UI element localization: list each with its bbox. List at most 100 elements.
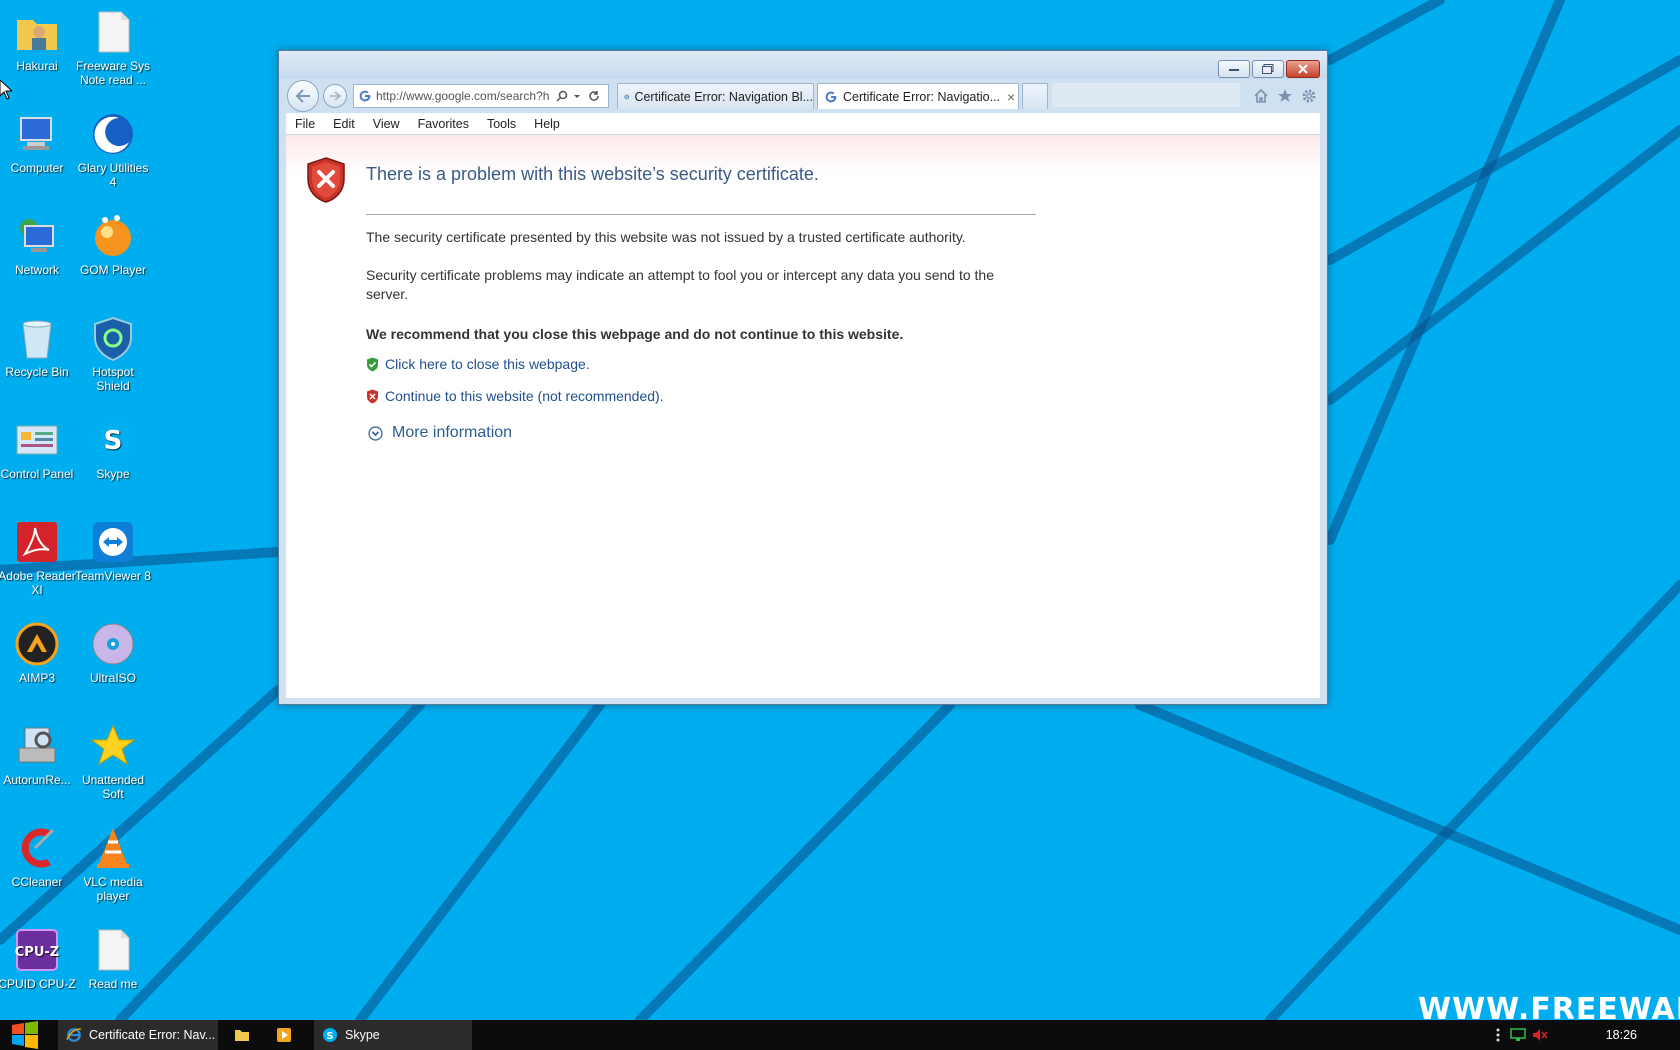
desktop-icon-label: Unattended Soft xyxy=(81,773,145,801)
desktop-icon-teamviewer[interactable]: TeamViewer 8 xyxy=(74,518,152,583)
ccleaner-icon xyxy=(21,828,55,868)
tab-label: Certificate Error: Navigatio... xyxy=(843,89,1000,104)
desktop-icon-network[interactable]: Network xyxy=(0,212,76,277)
maximize-button[interactable] xyxy=(1252,60,1284,78)
desktop-icon-skype[interactable]: S Skype xyxy=(74,416,152,481)
desktop-icon-autorunre[interactable]: AutorunRe... xyxy=(0,722,76,787)
desktop-icon-ultraiso[interactable]: UltraISO xyxy=(74,620,152,685)
desktop-icon-unattended-soft[interactable]: Unattended Soft xyxy=(74,722,152,801)
folder-icon xyxy=(235,1030,249,1041)
taskbar-item-media-player[interactable] xyxy=(268,1020,302,1050)
more-information-label: More information xyxy=(392,424,513,441)
new-tab-button[interactable] xyxy=(1022,83,1048,109)
start-button[interactable] xyxy=(0,1020,50,1050)
desktop-icon-label: UltraISO xyxy=(89,671,136,685)
hotspot-shield-icon xyxy=(94,316,132,362)
desktop-icon-label: Control Panel xyxy=(0,467,74,481)
desktop-icon-hotspot-shield[interactable]: Hotspot Shield xyxy=(74,314,152,393)
desktop-icon-label: Hotspot Shield xyxy=(92,365,134,393)
skype-icon: S xyxy=(323,1028,337,1042)
google-favicon-icon xyxy=(359,90,371,102)
desktop-icon-vlc[interactable]: VLC media player xyxy=(74,824,152,903)
skype-icon: S xyxy=(93,420,133,460)
document-icon xyxy=(98,11,130,53)
network-status-icon[interactable] xyxy=(1510,1028,1526,1042)
menu-tools[interactable]: Tools xyxy=(478,117,525,131)
tray-overflow-icon[interactable] xyxy=(1496,1028,1500,1042)
svg-text:CPU-Z: CPU-Z xyxy=(15,945,59,960)
url-input[interactable] xyxy=(376,89,554,103)
taskbar-item-skype[interactable]: S Skype xyxy=(314,1020,472,1050)
desktop-icon-hakurai[interactable]: Hakurai xyxy=(0,8,76,73)
menu-favorites[interactable]: Favorites xyxy=(409,117,478,131)
desktop-icon-recycle-bin[interactable]: Recycle Bin xyxy=(0,314,76,379)
taskbar-item-ie[interactable]: Certificate Error: Nav... xyxy=(58,1020,218,1050)
favorites-button[interactable] xyxy=(1275,86,1295,106)
green-shield-check-icon xyxy=(367,357,378,371)
cpuz-icon: CPU-Z xyxy=(15,929,59,971)
taskbar-item-label: Certificate Error: Nav... xyxy=(89,1028,216,1042)
clock[interactable]: 18:26 xyxy=(1606,1028,1637,1042)
close-window-button[interactable] xyxy=(1286,60,1320,78)
desktop-icon-label: Skype xyxy=(96,467,130,481)
close-webpage-link[interactable]: Click here to close this webpage. xyxy=(385,356,590,372)
desktop-icon-label: Computer xyxy=(10,161,64,175)
desktop-icon-computer[interactable]: Computer xyxy=(0,110,76,175)
desktop-icon-glary[interactable]: Glary Utilities 4 xyxy=(74,110,152,189)
desktop-icon-label: Hakurai xyxy=(16,59,58,73)
watermark-text: WWW.FREEWARESY xyxy=(1418,992,1680,1022)
menu-help[interactable]: Help xyxy=(525,117,569,131)
forward-button[interactable] xyxy=(323,84,347,108)
search-icon[interactable] xyxy=(556,90,568,102)
window-title-bar[interactable] xyxy=(279,51,1327,79)
desktop-icon-label: VLC media player xyxy=(83,875,143,903)
close-webpage-row: Click here to close this webpage. xyxy=(366,356,590,372)
menu-file[interactable]: File xyxy=(286,117,324,131)
tools-button[interactable] xyxy=(1299,86,1319,106)
svg-text:S: S xyxy=(104,426,123,456)
error-description: The security certificate presented by th… xyxy=(366,229,966,245)
home-button[interactable] xyxy=(1251,86,1271,106)
restore-icon xyxy=(1262,64,1274,74)
continue-website-link[interactable]: Continue to this website (not recommende… xyxy=(385,388,664,404)
google-favicon-icon xyxy=(825,91,837,102)
desktop-icon-adobe-reader[interactable]: Adobe Reader XI xyxy=(0,518,76,597)
error-shield-icon xyxy=(307,157,345,203)
taskbar-item-explorer[interactable] xyxy=(226,1020,260,1050)
menu-view[interactable]: View xyxy=(364,117,409,131)
desktop-icon-control-panel[interactable]: Control Panel xyxy=(0,416,76,481)
desktop-icon-aimp3[interactable]: AIMP3 xyxy=(0,620,76,685)
desktop-icon-label: Read me xyxy=(88,977,138,991)
minimize-button[interactable] xyxy=(1218,60,1250,78)
adobe-reader-icon xyxy=(17,522,57,562)
recycle-bin-icon xyxy=(22,320,52,359)
menu-edit[interactable]: Edit xyxy=(324,117,364,131)
windows-logo-icon xyxy=(12,1021,38,1049)
volume-muted-icon[interactable] xyxy=(1532,1028,1548,1042)
address-bar[interactable] xyxy=(353,84,609,108)
title-divider xyxy=(366,214,1036,215)
home-icon xyxy=(1254,88,1268,103)
desktop-icon-freeware-note[interactable]: Freeware Sys Note read ... xyxy=(74,8,152,87)
tab-close-icon[interactable]: × xyxy=(1007,89,1015,105)
back-button[interactable] xyxy=(287,80,319,112)
desktop-icon-label: Adobe Reader XI xyxy=(0,569,76,597)
error-warning: Security certificate problems may indica… xyxy=(366,267,995,302)
desktop-icon-read-me[interactable]: Read me xyxy=(74,926,152,991)
dropdown-arrow-icon[interactable] xyxy=(572,91,582,101)
desktop-icon-label: Recycle Bin xyxy=(5,365,69,379)
red-shield-x-icon xyxy=(367,389,378,403)
desktop-icon-gom[interactable]: GOM Player xyxy=(74,212,152,277)
desktop-icon-ccleaner[interactable]: CCleaner xyxy=(0,824,76,889)
close-icon xyxy=(1298,64,1308,74)
more-information-toggle[interactable]: More information xyxy=(368,424,512,442)
browser-window[interactable]: Certificate Error: Navigation Bl... Cert… xyxy=(278,50,1328,705)
desktop-icon-cpuz[interactable]: CPU-Z CPUID CPU-Z xyxy=(0,926,76,991)
forward-arrow-icon xyxy=(330,91,341,101)
star-icon xyxy=(90,724,136,766)
tab-certificate-error-1[interactable]: Certificate Error: Navigation Bl... xyxy=(617,83,814,109)
continue-website-row: Continue to this website (not recommende… xyxy=(366,388,664,404)
minimize-icon xyxy=(1229,69,1239,71)
tab-certificate-error-2[interactable]: Certificate Error: Navigatio... × xyxy=(817,83,1019,109)
refresh-icon[interactable] xyxy=(588,90,600,102)
